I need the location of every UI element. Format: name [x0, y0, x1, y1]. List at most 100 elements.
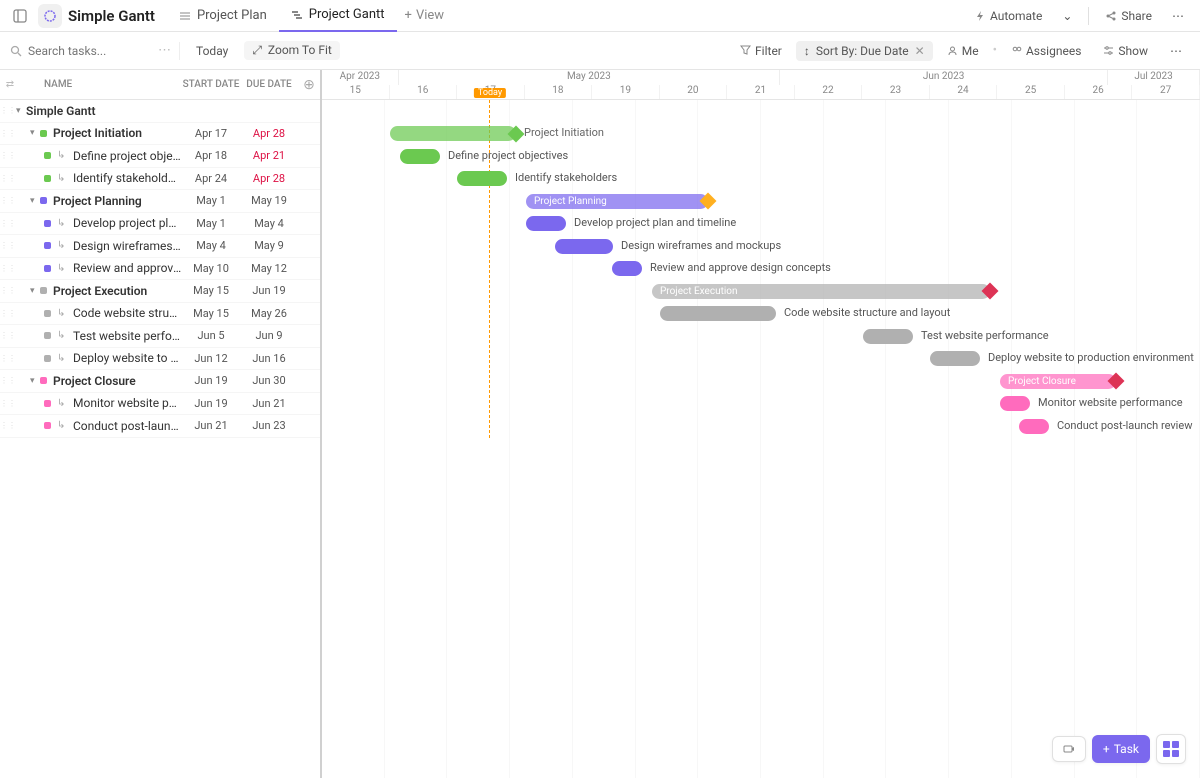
search-more-icon[interactable]: ⋯	[158, 43, 171, 58]
task-row[interactable]: ⋮⋮ ↳ Review and approve design concepts …	[0, 258, 320, 281]
task-row[interactable]: ⋮⋮ ↳ Design wireframes and mockups May 4…	[0, 235, 320, 258]
task-row[interactable]: ⋮⋮ ↳ Test website performance Jun 5 Jun …	[0, 325, 320, 348]
drag-handle-icon[interactable]: ⋮⋮	[0, 421, 8, 430]
group-bar[interactable]: Project Planning	[526, 194, 708, 209]
group-bar[interactable]: Project Closure	[1000, 374, 1116, 389]
task-bar[interactable]: Review and approve design concepts	[612, 261, 642, 276]
caret-icon[interactable]: ▾	[30, 196, 40, 206]
automate-button[interactable]: Automate	[966, 5, 1050, 27]
caret-icon[interactable]: ▾	[30, 286, 40, 296]
drag-handle-icon[interactable]: ⋮⋮	[0, 129, 8, 138]
task-row[interactable]: ⋮⋮ ↳ Define project objectives Apr 18 Ap…	[0, 145, 320, 168]
start-date[interactable]: Apr 18	[182, 149, 240, 162]
start-date[interactable]: May 4	[182, 239, 240, 252]
due-date[interactable]: May 19	[240, 194, 298, 207]
more-menu[interactable]: ⋯	[1164, 5, 1192, 27]
gantt-row[interactable]: Project Execution	[322, 280, 1200, 303]
gantt-row[interactable]: Design wireframes and mockups	[322, 235, 1200, 258]
start-date[interactable]: May 15	[182, 284, 240, 297]
expand-all-icon[interactable]: ⇄	[0, 79, 20, 90]
due-date[interactable]: May 12	[240, 262, 298, 275]
start-date[interactable]: Jun 19	[182, 397, 240, 410]
task-bar[interactable]: Identify stakeholders	[457, 171, 507, 186]
due-date[interactable]: May 26	[240, 307, 298, 320]
gantt-row[interactable]: Conduct post-launch review	[322, 415, 1200, 438]
task-row[interactable]: ⋮⋮ ↳ Code website structure and layout M…	[0, 303, 320, 326]
drag-handle-icon[interactable]: ⋮⋮	[0, 106, 8, 115]
due-date[interactable]: Apr 28	[240, 127, 298, 140]
caret-icon[interactable]: ▾	[30, 128, 40, 138]
task-row[interactable]: ⋮⋮ ↳ Identify stakeholders Apr 24 Apr 28	[0, 168, 320, 191]
start-date[interactable]: May 10	[182, 262, 240, 275]
task-bar[interactable]: Design wireframes and mockups	[555, 239, 613, 254]
caret-icon[interactable]: ▾	[16, 106, 26, 116]
task-bar[interactable]: Test website performance	[863, 329, 913, 344]
sort-clear-icon[interactable]: ✕	[915, 44, 925, 58]
task-bar[interactable]: Code website structure and layout	[660, 306, 776, 321]
due-date[interactable]: Jun 21	[240, 397, 298, 410]
drag-handle-icon[interactable]: ⋮⋮	[0, 309, 8, 318]
today-button[interactable]: Today	[188, 42, 236, 60]
start-date[interactable]: Apr 24	[182, 172, 240, 185]
task-bar[interactable]: Develop project plan and timeline	[526, 216, 566, 231]
task-row[interactable]: ⋮⋮ ▾ Project Planning May 1 May 19	[0, 190, 320, 213]
show-button[interactable]: Show	[1095, 41, 1156, 61]
me-button[interactable]: Me	[939, 41, 987, 61]
caret-icon[interactable]: ▾	[30, 376, 40, 386]
task-row[interactable]: ⋮⋮ ▾ Project Execution May 15 Jun 19	[0, 280, 320, 303]
task-bar[interactable]: Define project objectives	[400, 149, 440, 164]
drag-handle-icon[interactable]: ⋮⋮	[0, 174, 8, 183]
gantt-row[interactable]: Project Planning	[322, 190, 1200, 213]
task-row[interactable]: ⋮⋮ ↳ Monitor website performance Jun 19 …	[0, 393, 320, 416]
start-date[interactable]: Jun 12	[182, 352, 240, 365]
due-date[interactable]: Jun 30	[240, 374, 298, 387]
group-bar[interactable]: Project Initiation	[390, 126, 516, 141]
start-date[interactable]: May 15	[182, 307, 240, 320]
start-date[interactable]: Jun 21	[182, 419, 240, 432]
task-row[interactable]: ⋮⋮ ↳ Deploy website to production enviro…	[0, 348, 320, 371]
start-date[interactable]: Jun 19	[182, 374, 240, 387]
new-task-button[interactable]: + Task	[1092, 735, 1150, 763]
task-bar[interactable]: Deploy website to production environment	[930, 351, 980, 366]
due-date[interactable]: Jun 9	[240, 329, 298, 342]
start-date[interactable]: Jun 5	[182, 329, 240, 342]
sort-chip[interactable]: ↕ Sort By: Due Date ✕	[796, 41, 933, 61]
gantt-row[interactable]	[322, 100, 1200, 123]
gantt-row[interactable]: Project Initiation	[322, 123, 1200, 146]
gantt-row[interactable]: Define project objectives	[322, 145, 1200, 168]
group-bar[interactable]: Project Execution	[652, 284, 990, 299]
drag-handle-icon[interactable]: ⋮⋮	[0, 264, 8, 273]
tab-project-plan[interactable]: Project Plan	[167, 0, 279, 32]
add-column-button[interactable]: ⊕	[298, 77, 320, 93]
gantt-row[interactable]: Identify stakeholders	[322, 168, 1200, 191]
gantt-row[interactable]: Develop project plan and timeline	[322, 213, 1200, 236]
column-due[interactable]: Due Date	[240, 79, 298, 90]
record-button[interactable]	[1052, 736, 1086, 762]
drag-handle-icon[interactable]: ⋮⋮	[0, 376, 8, 385]
task-bar[interactable]: Monitor website performance	[1000, 396, 1030, 411]
start-date[interactable]: May 1	[182, 217, 240, 230]
assignees-button[interactable]: Assignees	[1003, 41, 1089, 61]
drag-handle-icon[interactable]: ⋮⋮	[0, 241, 8, 250]
drag-handle-icon[interactable]: ⋮⋮	[0, 286, 8, 295]
gantt-row[interactable]: Test website performance	[322, 325, 1200, 348]
tab-project-gantt[interactable]: Project Gantt	[279, 0, 397, 32]
task-row[interactable]: ⋮⋮ ↳ Develop project plan and timeline M…	[0, 213, 320, 236]
apps-button[interactable]	[1156, 734, 1186, 764]
gantt-row[interactable]: Code website structure and layout	[322, 303, 1200, 326]
due-date[interactable]: May 9	[240, 239, 298, 252]
drag-handle-icon[interactable]: ⋮⋮	[0, 151, 8, 160]
zoom-to-fit-button[interactable]: ⤢ Zoom To Fit	[244, 41, 340, 60]
search-input[interactable]	[28, 44, 128, 58]
task-row[interactable]: ⋮⋮ ▾ Project Initiation Apr 17 Apr 28	[0, 123, 320, 146]
gantt-row[interactable]: Monitor website performance	[322, 393, 1200, 416]
task-row[interactable]: ⋮⋮ ▾ Project Closure Jun 19 Jun 30	[0, 370, 320, 393]
toolbar-more[interactable]: ⋯	[1162, 41, 1190, 61]
task-bar[interactable]: Conduct post-launch review	[1019, 419, 1049, 434]
due-date[interactable]: Apr 28	[240, 172, 298, 185]
due-date[interactable]: May 4	[240, 217, 298, 230]
drag-handle-icon[interactable]: ⋮⋮	[0, 399, 8, 408]
due-date[interactable]: Apr 21	[240, 149, 298, 162]
add-view-button[interactable]: + View	[397, 8, 453, 23]
task-row[interactable]: ⋮⋮ ↳ Conduct post-launch review Jun 21 J…	[0, 415, 320, 438]
